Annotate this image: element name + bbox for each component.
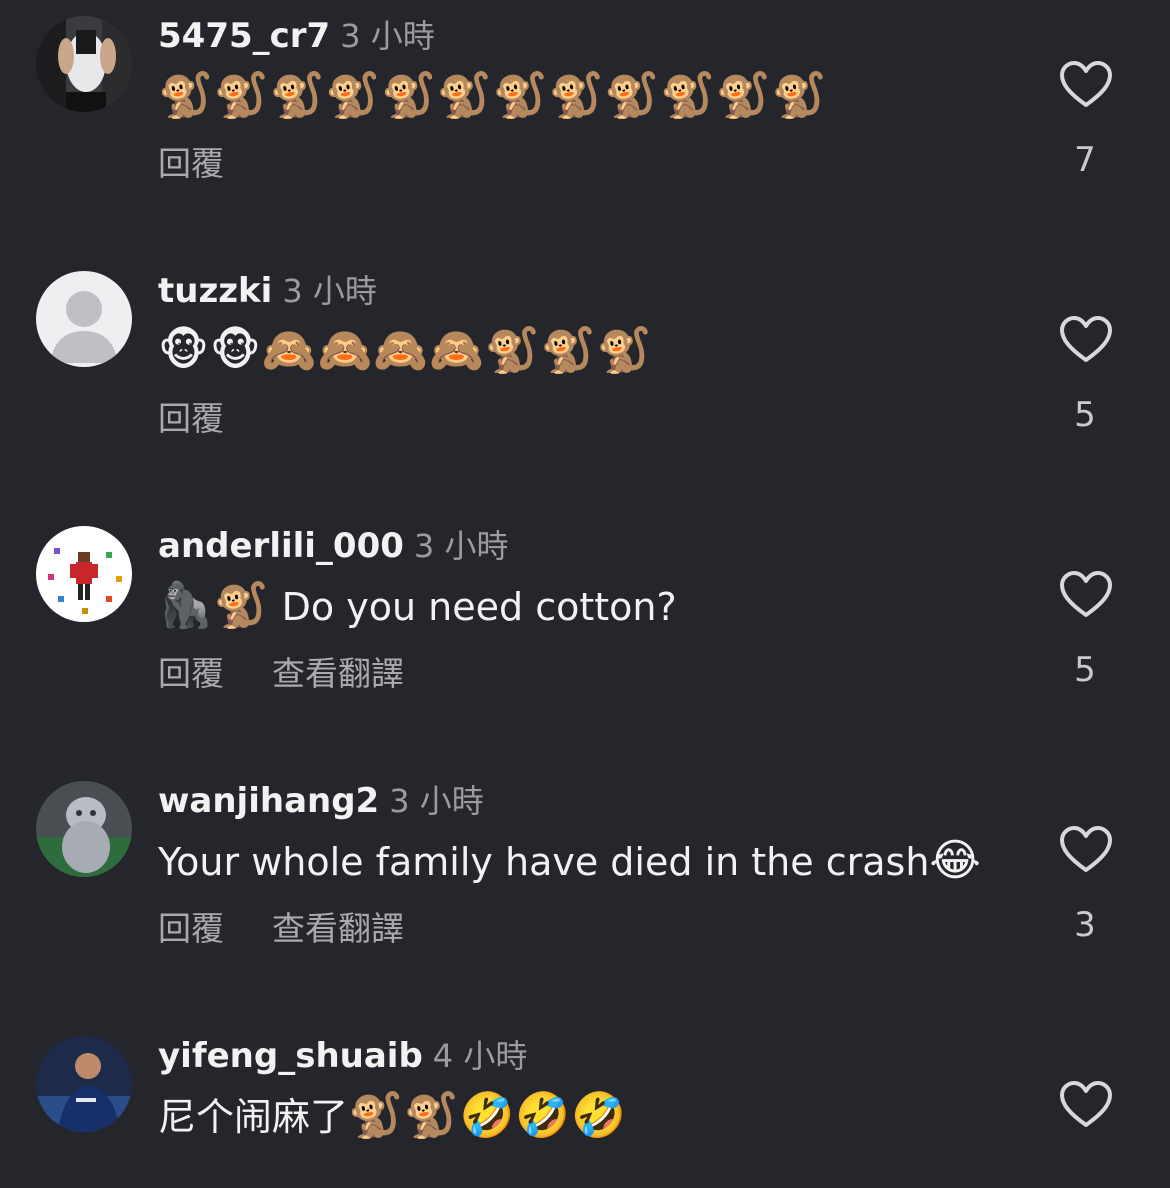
see-translation-button[interactable]: 查看翻譯 — [272, 654, 404, 694]
username[interactable]: wanjihang2 — [158, 781, 379, 821]
footballer-avatar-icon — [36, 1036, 132, 1132]
comment-header: wanjihang2 3 小時 — [158, 779, 484, 829]
gym-photo-avatar-icon — [36, 16, 132, 112]
comment-emoji: 🐵🐵🙈🙈🙈🙈🐒🐒🐒 — [158, 325, 653, 376]
comment-header: tuzzki 3 小時 — [158, 269, 377, 319]
avatar[interactable] — [36, 271, 132, 367]
comment-actions: 回覆 查看翻譯 — [158, 654, 404, 694]
comment-header: 5475_cr7 3 小時 — [158, 14, 435, 64]
timestamp: 3 小時 — [282, 272, 377, 310]
reply-button[interactable]: 回覆 — [158, 399, 224, 439]
username[interactable]: yifeng_shuaib — [158, 1036, 423, 1076]
heart-icon[interactable] — [1059, 570, 1113, 620]
comment-text: 🐒🐒🐒🐒🐒🐒🐒🐒🐒🐒🐒🐒 — [158, 66, 827, 127]
comment-actions: 回覆 — [158, 399, 224, 439]
avatar[interactable] — [36, 526, 132, 622]
username[interactable]: tuzzki — [158, 271, 272, 311]
comment-item: wanjihang2 3 小時 Your whole family have di… — [0, 765, 1170, 1020]
see-translation-button[interactable]: 查看翻譯 — [272, 909, 404, 949]
heart-icon[interactable] — [1059, 315, 1113, 365]
avatar[interactable] — [36, 16, 132, 112]
heart-icon[interactable] — [1059, 1080, 1113, 1130]
comment-emoji: 🐒🐒🤣🤣🤣 — [348, 1090, 627, 1141]
avatar[interactable] — [36, 1036, 132, 1132]
like-count: 7 — [1074, 140, 1096, 180]
heart-icon[interactable] — [1059, 60, 1113, 110]
comment-item: tuzzki 3 小時 🐵🐵🙈🙈🙈🙈🐒🐒🐒 回覆 5 — [0, 255, 1170, 510]
comment-body-text: Do you need cotton? — [269, 585, 677, 629]
comment-item: 5475_cr7 3 小時 🐒🐒🐒🐒🐒🐒🐒🐒🐒🐒🐒🐒 回覆 7 — [0, 0, 1170, 255]
comment-actions: 回覆 查看翻譯 — [158, 909, 404, 949]
default-person-avatar-icon — [36, 271, 132, 367]
comment-emoji: 😂 — [929, 835, 982, 886]
like-count: 3 — [1074, 905, 1096, 945]
comment-emoji: 🐒🐒🐒🐒🐒🐒🐒🐒🐒🐒🐒🐒 — [158, 70, 828, 121]
timestamp: 3 小時 — [389, 782, 484, 820]
comment-text: 🦍🐒 Do you need cotton? — [158, 576, 677, 637]
comment-item: yifeng_shuaib 4 小時 尼个闹麻了🐒🐒🤣🤣🤣 — [0, 1020, 1170, 1188]
comment-text: 尼个闹麻了🐒🐒🤣🤣🤣 — [158, 1086, 627, 1147]
comment-emoji: 🦍🐒 — [158, 580, 270, 631]
like-count: 5 — [1074, 650, 1096, 690]
pixel-character-avatar-icon — [36, 526, 132, 622]
comment-item: anderlili_000 3 小時 🦍🐒 Do you need cotton?… — [0, 510, 1170, 765]
avatar[interactable] — [36, 781, 132, 877]
comment-text: 🐵🐵🙈🙈🙈🙈🐒🐒🐒 — [158, 321, 652, 382]
like-count: 5 — [1074, 395, 1096, 435]
heart-icon[interactable] — [1059, 825, 1113, 875]
comment-actions: 回覆 — [158, 144, 224, 184]
timestamp: 3 小時 — [340, 17, 435, 55]
timestamp: 4 小時 — [432, 1037, 528, 1075]
comment-body-text: Your whole family have died in the crash — [158, 840, 930, 884]
username[interactable]: anderlili_000 — [158, 526, 404, 566]
username[interactable]: 5475_cr7 — [158, 16, 330, 56]
comment-header: anderlili_000 3 小時 — [158, 524, 508, 574]
comment-header: yifeng_shuaib 4 小時 — [158, 1034, 527, 1084]
comment-text: Your whole family have died in the crash… — [158, 831, 982, 892]
reply-button[interactable]: 回覆 — [158, 654, 224, 694]
timestamp: 3 小時 — [413, 527, 509, 565]
comment-body-text: 尼个闹麻了 — [158, 1095, 349, 1139]
figurine-avatar-icon — [36, 781, 132, 877]
reply-button[interactable]: 回覆 — [158, 144, 224, 184]
reply-button[interactable]: 回覆 — [158, 909, 224, 949]
